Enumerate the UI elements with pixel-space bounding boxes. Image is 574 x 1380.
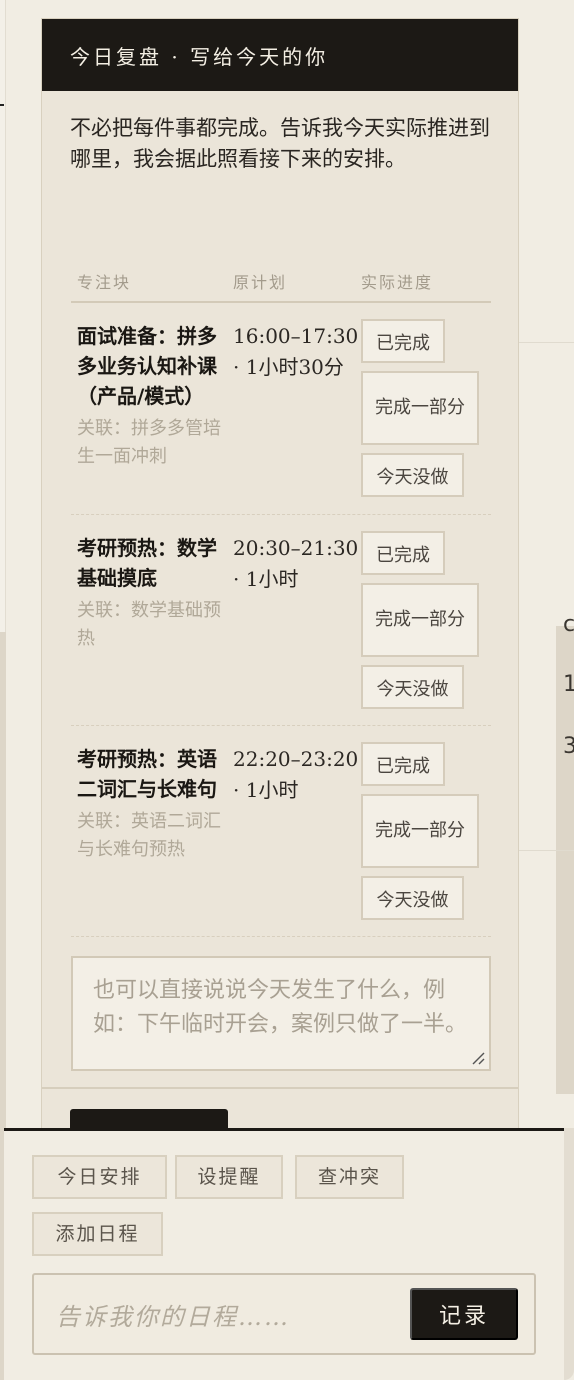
quick-action-today-schedule[interactable]: 今日安排 — [32, 1155, 167, 1199]
focus-block-table: 专注块 原计划 实际进度 面试准备：拼多多业务认知补课（产品/模式） 关联：拼多… — [71, 269, 491, 937]
partial-button[interactable]: 完成一部分 — [361, 583, 479, 657]
partial-button[interactable]: 完成一部分 — [361, 371, 479, 445]
table-row: 考研预热：英语二词汇与长难句 关联：英语二词汇与长难句预热 22:20–23:2… — [71, 726, 491, 937]
chat-panel: 今日安排 设提醒 查冲突 添加日程 告诉我你的日程…… 记录 — [4, 1128, 564, 1380]
record-button[interactable]: 记录 — [410, 1288, 518, 1340]
quick-action-check-conflicts[interactable]: 查冲突 — [295, 1155, 404, 1199]
card-title: 今日复盘 · 写给今天的你 — [70, 44, 329, 69]
done-button[interactable]: 已完成 — [361, 319, 445, 363]
partial-button[interactable]: 完成一部分 — [361, 794, 479, 868]
task-plan: 22:20–23:20 · 1小时 — [233, 747, 359, 802]
note-placeholder: 也可以直接说说今天发生了什么，例如：下午临时开会，案例只做了一半。 — [93, 978, 468, 1037]
background-glyph: 1 — [563, 672, 574, 697]
task-title: 面试准备：拼多多业务认知补课（产品/模式） — [77, 324, 217, 408]
card-intro: 不必把每件事都完成。告诉我今天实际推进到哪里，我会据此照看接下来的安排。 — [70, 116, 490, 171]
task-link: 关联：英语二词汇与长难句预热 — [77, 811, 221, 860]
done-button[interactable]: 已完成 — [361, 742, 445, 786]
task-plan: 16:00–17:30 · 1小时30分 — [233, 324, 359, 379]
background-divider — [518, 850, 574, 851]
task-title: 考研预热：数学基础摸底 — [77, 536, 217, 590]
background-divider — [518, 342, 574, 343]
panel-edge — [564, 1128, 574, 1380]
quick-action-add-event[interactable]: 添加日程 — [32, 1212, 163, 1256]
quick-action-set-reminder[interactable]: 设提醒 — [175, 1155, 283, 1199]
task-title: 考研预热：英语二词汇与长难句 — [77, 747, 217, 801]
resize-grip-icon[interactable] — [471, 1051, 485, 1065]
column-header-focus-block: 专注块 — [77, 273, 132, 292]
not-done-button[interactable]: 今天没做 — [361, 453, 464, 497]
not-done-button[interactable]: 今天没做 — [361, 665, 464, 709]
background-tick — [0, 104, 4, 106]
table-row: 面试准备：拼多多业务认知补课（产品/模式） 关联：拼多多管培生一面冲刺 16:0… — [71, 303, 491, 515]
message-input[interactable]: 告诉我你的日程…… — [56, 1297, 290, 1332]
card-header: 今日复盘 · 写给今天的你 — [42, 19, 518, 91]
done-button[interactable]: 已完成 — [361, 531, 445, 575]
review-note-textarea[interactable]: 也可以直接说说今天发生了什么，例如：下午临时开会，案例只做了一半。 — [71, 956, 491, 1071]
task-link: 关联：拼多多管培生一面冲刺 — [77, 418, 221, 467]
card-footer-divider — [42, 1087, 518, 1089]
background-glyph: c — [563, 612, 574, 637]
message-composer: 告诉我你的日程…… 记录 — [32, 1273, 536, 1355]
column-header-plan: 原计划 — [233, 273, 288, 292]
task-link: 关联：数学基础预热 — [77, 600, 221, 649]
table-row: 考研预热：数学基础摸底 关联：数学基础预热 20:30–21:30 · 1小时 … — [71, 515, 491, 726]
table-header: 专注块 原计划 实际进度 — [71, 269, 491, 303]
task-plan: 20:30–21:30 · 1小时 — [233, 536, 359, 591]
column-header-progress: 实际进度 — [361, 273, 434, 292]
daily-review-card: 今日复盘 · 写给今天的你 不必把每件事都完成。告诉我今天实际推进到哪里，我会据… — [41, 18, 519, 1149]
background-glyph: 3 — [563, 734, 574, 759]
not-done-button[interactable]: 今天没做 — [361, 876, 464, 920]
